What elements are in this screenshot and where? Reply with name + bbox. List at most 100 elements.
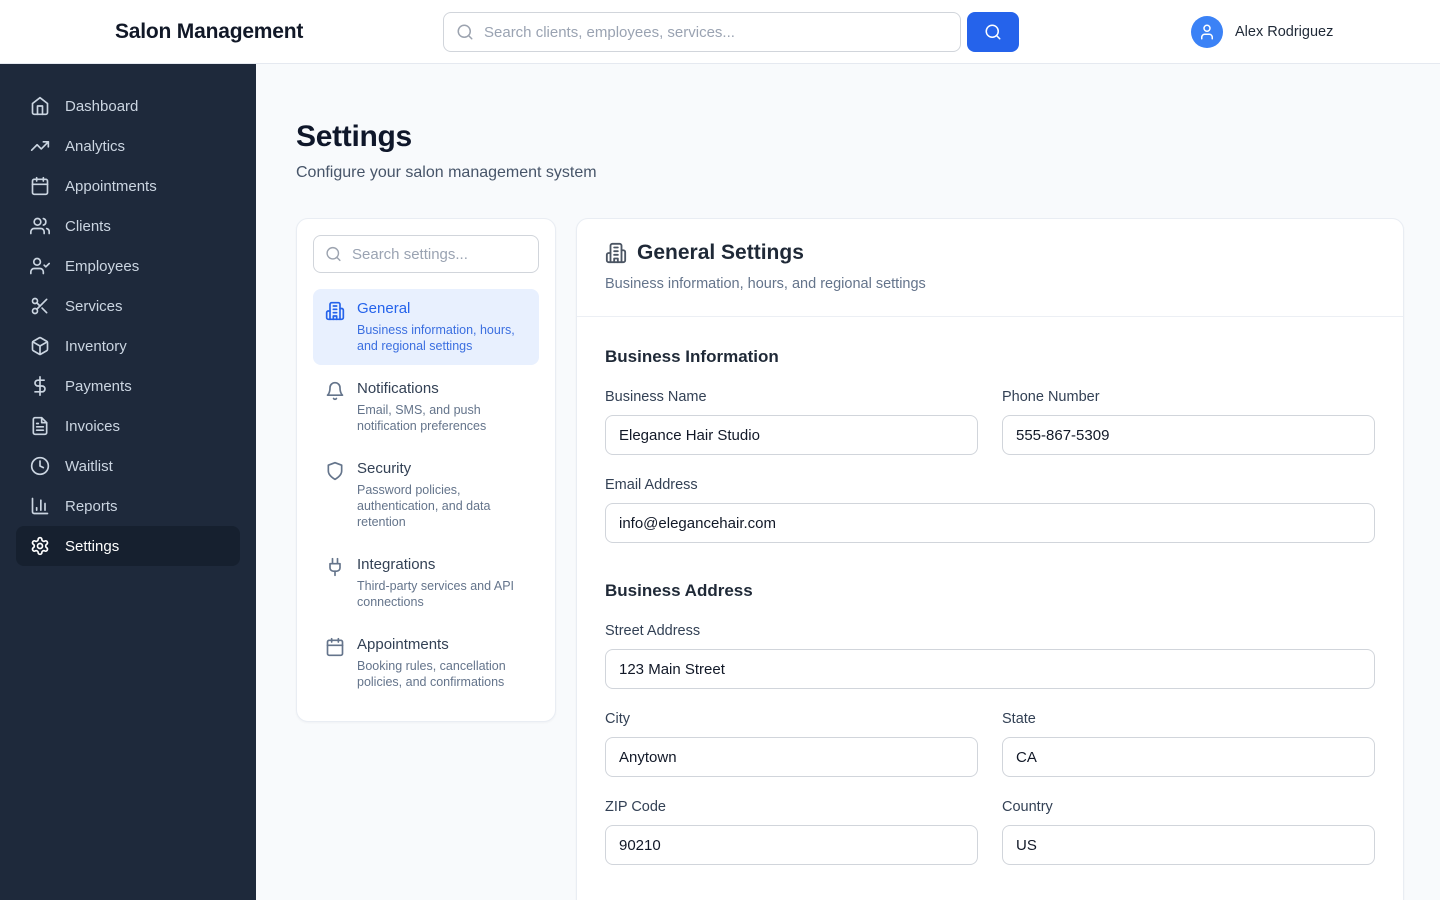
state-field-group: State	[1002, 711, 1375, 777]
settings-nav-list: General Business information, hours, and…	[313, 289, 539, 701]
sidebar-item-invoices[interactable]: Invoices	[0, 406, 256, 446]
avatar	[1191, 16, 1223, 48]
country-input[interactable]	[1002, 825, 1375, 865]
sidebar-item-dashboard[interactable]: Dashboard	[0, 86, 256, 126]
phone-number-label: Phone Number	[1002, 389, 1100, 405]
zip-code-input[interactable]	[605, 825, 978, 865]
plug-icon	[325, 557, 345, 610]
email-address-label: Email Address	[605, 477, 698, 493]
settings-search-input[interactable]	[313, 235, 539, 273]
email-address-field-group: Email Address	[605, 477, 1375, 543]
settings-nav-item-integrations[interactable]: Integrations Third-party services and AP…	[313, 545, 539, 621]
calendar-icon	[325, 637, 345, 690]
sidebar-item-inventory[interactable]: Inventory	[0, 326, 256, 366]
search-icon	[325, 246, 342, 263]
gear-icon	[30, 536, 50, 556]
settings-nav-item-title: General	[357, 300, 411, 317]
panel-subtitle: Business information, hours, and regiona…	[605, 276, 926, 292]
trending-up-icon	[30, 136, 50, 156]
sidebar-item-label: Dashboard	[65, 97, 139, 115]
section-business-address: Business Address	[605, 581, 753, 600]
settings-nav-card: General Business information, hours, and…	[296, 218, 556, 722]
phone-number-input[interactable]	[1002, 415, 1375, 455]
calendar-icon	[30, 176, 50, 196]
street-address-label: Street Address	[605, 623, 701, 639]
settings-nav-item-description: Email, SMS, and push notification prefer…	[357, 403, 487, 433]
general-settings-panel: General Settings Business information, h…	[576, 218, 1404, 900]
settings-nav-item-appointments[interactable]: Appointments Booking rules, cancellation…	[313, 625, 539, 701]
country-field-group: Country	[1002, 799, 1375, 865]
panel-header: General Settings Business information, h…	[577, 219, 1403, 317]
sidebar-item-settings[interactable]: Settings	[16, 526, 240, 566]
bar-chart-icon	[30, 496, 50, 516]
sidebar-item-appointments[interactable]: Appointments	[0, 166, 256, 206]
search-submit-button[interactable]	[967, 12, 1019, 52]
search-icon	[456, 23, 474, 41]
sidebar-item-waitlist[interactable]: Waitlist	[0, 446, 256, 486]
settings-nav-item-general[interactable]: General Business information, hours, and…	[313, 289, 539, 365]
search-icon	[984, 23, 1002, 41]
zip-code-field-group: ZIP Code	[605, 799, 978, 865]
sidebar-item-employees[interactable]: Employees	[0, 246, 256, 286]
settings-nav-item-description: Third-party services and API connections	[357, 579, 515, 609]
street-address-input[interactable]	[605, 649, 1375, 689]
state-label: State	[1002, 711, 1036, 727]
sidebar-item-label: Analytics	[65, 137, 126, 155]
building-icon	[605, 242, 627, 264]
package-icon	[30, 336, 50, 356]
sidebar-item-services[interactable]: Services	[0, 286, 256, 326]
clock-icon	[30, 456, 50, 476]
main-sidebar: Dashboard Analytics Appointments Clients…	[0, 64, 256, 900]
scissors-icon	[30, 296, 50, 316]
sidebar-item-payments[interactable]: Payments	[0, 366, 256, 406]
sidebar-item-label: Clients	[65, 217, 111, 235]
city-label: City	[605, 711, 630, 727]
business-name-label: Business Name	[605, 389, 707, 405]
user-check-icon	[30, 256, 50, 276]
settings-nav-item-description: Password policies, authentication, and d…	[357, 483, 491, 529]
sidebar-item-label: Reports	[65, 497, 118, 515]
user-menu[interactable]: Alex Rodriguez	[1191, 16, 1333, 48]
shield-icon	[325, 461, 345, 530]
building-icon	[325, 301, 345, 354]
home-icon	[30, 96, 50, 116]
settings-nav-item-title: Notifications	[357, 380, 439, 397]
settings-nav-item-description: Business information, hours, and regiona…	[357, 323, 515, 353]
page-subtitle: Configure your salon management system	[296, 164, 597, 181]
bell-icon	[325, 381, 345, 434]
settings-nav-item-title: Security	[357, 460, 412, 477]
sidebar-item-clients[interactable]: Clients	[0, 206, 256, 246]
sidebar-item-label: Waitlist	[65, 457, 113, 475]
global-search-input[interactable]	[443, 12, 961, 52]
settings-nav-item-title: Appointments	[357, 636, 449, 653]
sidebar-item-reports[interactable]: Reports	[0, 486, 256, 526]
app-title: Salon Management	[115, 19, 304, 43]
settings-nav-item-description: Booking rules, cancellation policies, an…	[357, 659, 506, 689]
phone-number-field-group: Phone Number	[1002, 389, 1375, 455]
street-address-field-group: Street Address	[605, 623, 1375, 689]
settings-nav-item-title: Integrations	[357, 556, 436, 573]
city-input[interactable]	[605, 737, 978, 777]
user-name: Alex Rodriguez	[1235, 24, 1334, 40]
settings-nav-item-security[interactable]: Security Password policies, authenticati…	[313, 449, 539, 541]
sidebar-item-label: Services	[65, 297, 123, 315]
sidebar-item-label: Employees	[65, 257, 140, 275]
business-name-field-group: Business Name	[605, 389, 978, 455]
email-address-input[interactable]	[605, 503, 1375, 543]
main-content: Settings Configure your salon management…	[256, 64, 1440, 900]
sidebar-item-label: Settings	[65, 537, 120, 555]
sidebar-item-label: Appointments	[65, 177, 157, 195]
global-search-form	[443, 12, 1019, 52]
dollar-icon	[30, 376, 50, 396]
settings-nav-item-notifications[interactable]: Notifications Email, SMS, and push notif…	[313, 369, 539, 445]
user-icon	[1201, 24, 1213, 40]
city-field-group: City	[605, 711, 978, 777]
sidebar-item-analytics[interactable]: Analytics	[0, 126, 256, 166]
section-business-information: Business Information	[605, 347, 779, 366]
business-name-input[interactable]	[605, 415, 978, 455]
file-text-icon	[30, 416, 50, 436]
zip-code-label: ZIP Code	[605, 799, 666, 815]
state-input[interactable]	[1002, 737, 1375, 777]
users-icon	[30, 216, 50, 236]
country-label: Country	[1002, 799, 1053, 815]
